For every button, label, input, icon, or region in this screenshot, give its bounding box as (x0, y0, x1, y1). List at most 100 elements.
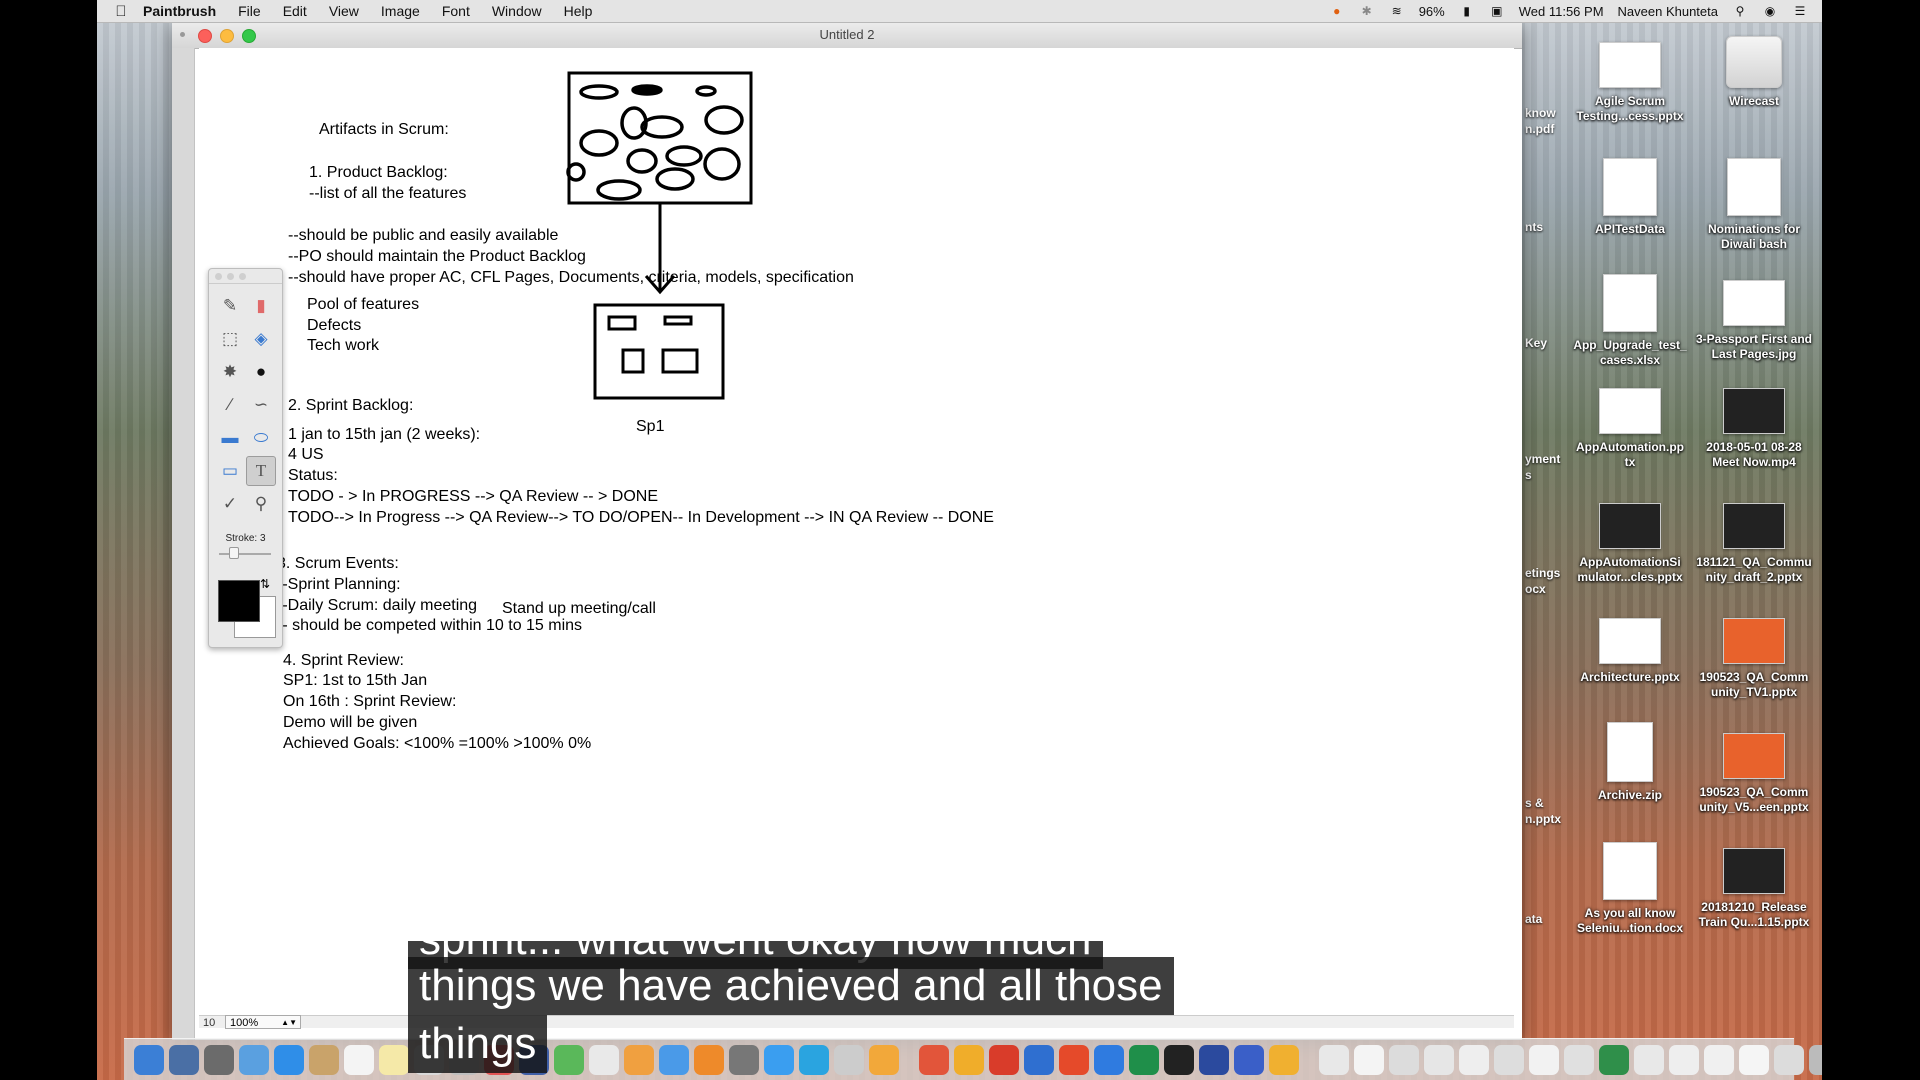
dock-app-icon[interactable] (379, 1044, 409, 1075)
ellipse-tool-icon[interactable]: ⬭ (246, 423, 276, 453)
dock-app-icon[interactable] (1669, 1044, 1699, 1075)
dock-app-icon[interactable] (1739, 1044, 1769, 1075)
selection-tool-icon[interactable]: ⬚ (215, 324, 245, 354)
pool-label: Tech work (307, 337, 380, 354)
dock-app-icon[interactable] (1319, 1044, 1349, 1075)
battery-icon[interactable]: ▮ (1459, 4, 1475, 18)
video-file-icon (1723, 388, 1785, 434)
brush-tool-icon[interactable]: ✎ (215, 291, 245, 321)
menu-window[interactable]: Window (492, 3, 542, 19)
line-tool-icon[interactable]: ∕ (215, 390, 245, 420)
dock-app-icon[interactable] (1389, 1044, 1419, 1075)
stroke-slider-handle[interactable] (229, 547, 239, 559)
desktop-file-architecture[interactable]: Architecture.pptx (1570, 612, 1690, 685)
dock-app-icon[interactable] (1774, 1044, 1804, 1075)
dock-app-icon[interactable] (134, 1044, 164, 1075)
apple-icon[interactable]:  (111, 3, 131, 20)
foreground-color-well[interactable] (218, 580, 260, 622)
dock-app-icon[interactable] (1529, 1044, 1559, 1075)
dock-app-icon[interactable] (1634, 1044, 1664, 1075)
menu-edit[interactable]: Edit (283, 3, 307, 19)
presentation-icon (1599, 388, 1661, 434)
menu-view[interactable]: View (329, 3, 359, 19)
record-icon[interactable]: ● (1329, 4, 1345, 18)
display-icon[interactable]: ▣ (1489, 4, 1505, 18)
desktop-file-nominations[interactable]: Nominations for Diwali bash (1694, 158, 1814, 252)
zoom-select[interactable]: 100% ▲▼ (225, 1015, 301, 1029)
fill-tool-icon[interactable]: ◈ (246, 324, 276, 354)
dock-app-icon[interactable] (1459, 1044, 1489, 1075)
rounded-rect-tool-icon[interactable]: ▭ (215, 456, 245, 486)
desktop-file-meet-now[interactable]: 2018-05-01 08-28 Meet Now.mp4 (1694, 382, 1814, 470)
user-name[interactable]: Naveen Khunteta (1618, 4, 1718, 19)
desktop-file-appautomation-simulator[interactable]: AppAutomationSi mulator...cles.pptx (1570, 497, 1690, 585)
window-titlebar[interactable]: Untitled 2 (172, 22, 1522, 49)
battery-percent: 96% (1418, 3, 1445, 19)
menu-image[interactable]: Image (381, 3, 420, 19)
siri-icon[interactable]: ◉ (1762, 4, 1778, 18)
text-tool-icon[interactable]: T (246, 456, 276, 486)
menu-bar:  Paintbrush File Edit View Image Font W… (97, 0, 1822, 23)
dock-app-icon[interactable] (1424, 1044, 1454, 1075)
presentation-icon (1723, 733, 1785, 779)
dock-app-icon[interactable] (309, 1044, 339, 1075)
desktop-file-release-train[interactable]: 20181210_Release Train Qu...1.15.pptx (1694, 842, 1814, 930)
curve-tool-icon[interactable]: ∽ (246, 390, 276, 420)
dock-app-icon[interactable] (1234, 1044, 1264, 1075)
palette-close-button[interactable] (215, 273, 222, 280)
desktop-file-app-upgrade[interactable]: App_Upgrade_test_ cases.xlsx (1570, 274, 1690, 368)
palette-minimize-button[interactable] (227, 273, 234, 280)
dock-app-icon[interactable] (344, 1044, 374, 1075)
desktop-file-label: AppAutomationSi mulator...cles.pptx (1577, 555, 1683, 584)
spray-tool-icon[interactable]: ✸ (215, 357, 245, 387)
zoom-tool-icon[interactable]: ⚲ (246, 489, 276, 519)
dock-app-icon[interactable] (1599, 1044, 1629, 1075)
desktop-file-selenium-docx[interactable]: As you all know Seleniu...tion.docx (1570, 842, 1690, 936)
menu-help[interactable]: Help (564, 3, 593, 19)
wifi-icon[interactable]: ≋ (1389, 4, 1405, 18)
desktop-file-label: 3-Passport First and Last Pages.jpg (1695, 332, 1813, 361)
palette-zoom-button[interactable] (239, 273, 246, 280)
dock-app-icon[interactable] (1564, 1044, 1594, 1075)
desktop-drive-wirecast[interactable]: Wirecast (1694, 36, 1814, 109)
dock-app-icon[interactable] (204, 1044, 234, 1075)
desktop-file-appautomation[interactable]: AppAutomation.pp tx (1570, 382, 1690, 470)
dock-app-icon[interactable] (1704, 1044, 1734, 1075)
dock-app-icon[interactable] (1354, 1044, 1384, 1075)
desktop-file-passport[interactable]: 3-Passport First and Last Pages.jpg (1694, 274, 1814, 362)
bluetooth-icon[interactable]: ✱ (1359, 4, 1375, 18)
sprint-review-title: 4. Sprint Review: (283, 652, 404, 669)
dock-app-icon[interactable] (1809, 1044, 1822, 1075)
notification-center-icon[interactable]: ☰ (1792, 4, 1808, 18)
eraser-tool-icon[interactable]: ▮ (246, 291, 276, 321)
app-menu[interactable]: Paintbrush (143, 3, 216, 19)
pool-label: Defects (307, 317, 362, 334)
rectangle-tool-icon[interactable]: ▬ (215, 423, 245, 453)
palette-titlebar[interactable] (209, 269, 282, 284)
spreadsheet-icon (1603, 158, 1657, 216)
desktop-file-qa-community-draft[interactable]: 181121_QA_Commu nity_draft_2.pptx (1694, 497, 1814, 585)
search-icon[interactable]: ⚲ (1732, 4, 1748, 18)
dock-app-icon[interactable] (239, 1044, 269, 1075)
desktop-file-qa-community-tv1[interactable]: 190523_QA_Comm unity_TV1.pptx (1694, 612, 1814, 700)
drawing-canvas[interactable]: Artifacts in Scrum: 1. Product Backlog: … (199, 48, 1514, 1029)
spreadsheet-icon (1603, 274, 1657, 332)
desktop-file-archive-zip[interactable]: Archive.zip (1570, 722, 1690, 803)
stroke-slider[interactable] (219, 553, 271, 555)
menu-font[interactable]: Font (442, 3, 470, 19)
desktop-file-agile-scrum[interactable]: Agile Scrum Testing...cess.pptx (1570, 36, 1690, 124)
desktop-file-apitestdata[interactable]: APITestData (1570, 158, 1690, 237)
menu-file[interactable]: File (238, 3, 261, 19)
dock-app-icon[interactable] (169, 1044, 199, 1075)
desktop-file-qa-community-v5[interactable]: 190523_QA_Comm unity_V5...een.pptx (1694, 727, 1814, 815)
scrum-events-title: 3. Scrum Events: (277, 555, 399, 572)
dock-app-icon[interactable] (1494, 1044, 1524, 1075)
clock[interactable]: Wed 11:56 PM (1519, 4, 1604, 19)
sprint-backlog-line: 1 jan to 15th jan (2 weeks): (288, 426, 481, 443)
swap-colors-icon[interactable]: ⇅ (260, 577, 270, 591)
dock-app-icon[interactable] (274, 1044, 304, 1075)
eyedropper-tool-icon[interactable]: ✓ (215, 489, 245, 519)
dock-app-icon[interactable] (1269, 1044, 1299, 1075)
document-icon (1603, 842, 1657, 900)
bomb-tool-icon[interactable]: ● (246, 357, 276, 387)
